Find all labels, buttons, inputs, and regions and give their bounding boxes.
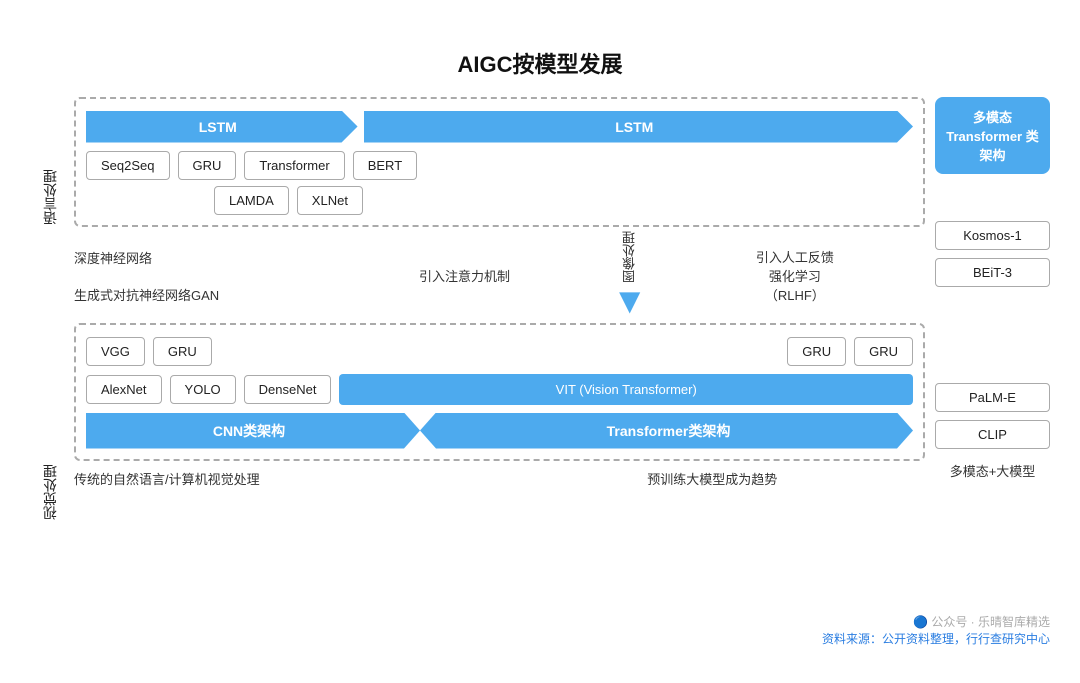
vision-row1: VGG GRU GRU GRU (86, 337, 913, 366)
right-col: 多模态 Transformer 类架构 Kosmos-1 BEiT-3 PaLM… (935, 97, 1050, 607)
palme-box: PaLM-E (935, 383, 1050, 412)
vgg-box: VGG (86, 337, 145, 366)
lang-label: 语言处理 (40, 169, 60, 225)
vision-arrow-row: CNN类架构 Transformer类架构 (86, 413, 913, 449)
bottom-label-2: 预训练大模型成为趋势 (500, 469, 926, 488)
bert-box: BERT (353, 151, 417, 180)
xlnet-box: XLNet (297, 186, 363, 215)
watermark-source: 资料来源：公开资料整理，行行查研究中心 (822, 632, 1050, 646)
diagram-area: LSTM LSTM Seq2Seq GRU Transformer BERT L (74, 97, 925, 607)
lstm-arrow-1: LSTM (86, 111, 358, 143)
image-proc-text: 图像处理 (620, 233, 639, 283)
densenet-box: DenseNet (244, 375, 332, 404)
gru-box-v2: GRU (787, 337, 846, 366)
multimodal-box: 多模态 Transformer 类架构 (935, 97, 1050, 174)
gru-box-v3: GRU (854, 337, 913, 366)
mid-section: 深度神经网络 生成式对抗神经网络GAN 引入注意力机制 图像处理 ▼ 引入人工反… (74, 227, 925, 323)
alexnet-box: AlexNet (86, 375, 162, 404)
bottom-label-1: 传统的自然语言/计算机视觉处理 (74, 469, 500, 488)
transformer-arrow: Transformer类架构 (420, 413, 913, 449)
page-title: AIGC按模型发展 (30, 47, 1050, 79)
watermark-text: 公众号 · 乐晴智库精选 (931, 615, 1050, 629)
vision-label: 视觉处理 (40, 464, 60, 520)
lang-arrow-row: LSTM LSTM (86, 111, 913, 143)
cnn-arrow: CNN类架构 (86, 413, 420, 449)
lamda-box: LAMDA (214, 186, 289, 215)
beit-box: BEiT-3 (935, 258, 1050, 287)
yolo-box: YOLO (170, 375, 236, 404)
gru-box-lang: GRU (178, 151, 237, 180)
lang-boxes-row2: LAMDA XLNet (86, 186, 913, 215)
bottom-label-3: 多模态+大模型 (935, 461, 1050, 480)
vision-row2: AlexNet YOLO DenseNet VIT (Vision Transf… (86, 374, 913, 405)
gan-text: 生成式对抗神经网络GAN (74, 285, 334, 304)
main-container: AIGC按模型发展 语言处理 视觉处理 LSTM LSTM (20, 27, 1060, 657)
rlhf-text: 引入人工反馈 强化学习 （RLHF） (756, 247, 834, 304)
left-labels: 语言处理 视觉处理 (30, 97, 74, 607)
kosmos-box: Kosmos-1 (935, 221, 1050, 250)
mid-center: 图像处理 ▼ (595, 233, 665, 319)
watermark-icon: 🔵 (913, 615, 931, 629)
lstm-arrow-2: LSTM (364, 111, 913, 143)
gru-box-v1: GRU (153, 337, 212, 366)
bottom-labels: 传统的自然语言/计算机视觉处理 预训练大模型成为趋势 (74, 469, 925, 488)
seq2seq-box: Seq2Seq (86, 151, 170, 180)
deep-neural-text: 深度神经网络 (74, 248, 334, 267)
clip-box: CLIP (935, 420, 1050, 449)
watermark: 🔵 公众号 · 乐晴智库精选 资料来源：公开资料整理，行行查研究中心 (30, 613, 1050, 647)
lang-section: LSTM LSTM Seq2Seq GRU Transformer BERT L (74, 97, 925, 227)
lang-boxes-row1: Seq2Seq GRU Transformer BERT (86, 151, 913, 180)
attention-text: 引入注意力机制 (419, 266, 510, 285)
vision-section: VGG GRU GRU GRU AlexNet YOLO DenseNet VI… (74, 323, 925, 461)
mid-left: 深度神经网络 生成式对抗神经网络GAN (74, 248, 334, 304)
down-arrow-icon: ▼ (612, 283, 648, 319)
transformer-box: Transformer (244, 151, 344, 180)
vit-box: VIT (Vision Transformer) (339, 374, 913, 405)
